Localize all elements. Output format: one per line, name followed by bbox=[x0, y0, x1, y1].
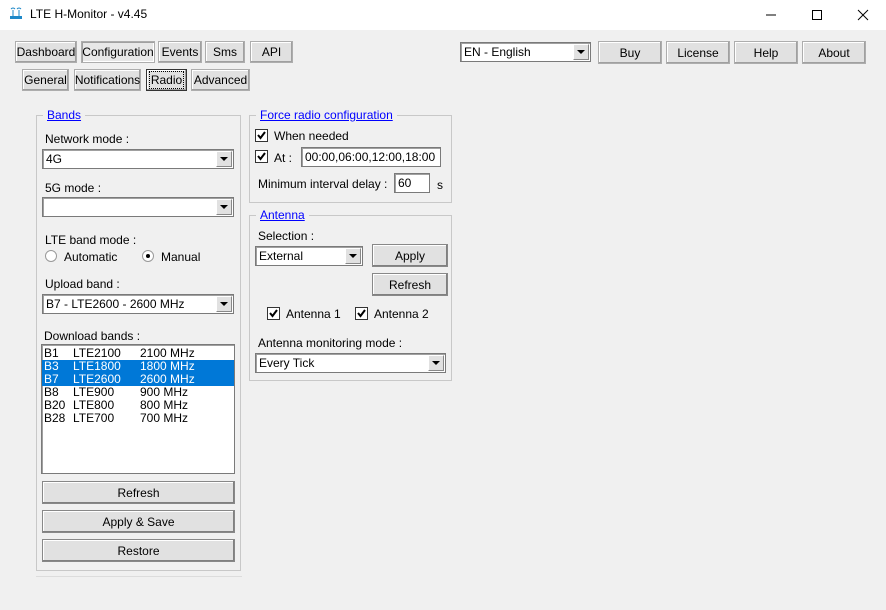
list-item[interactable]: B28 LTE700 700 MHz bbox=[42, 412, 234, 425]
maximize-button[interactable] bbox=[794, 0, 840, 30]
window-title: LTE H-Monitor - v4.45 bbox=[30, 7, 148, 21]
selection-label: Selection : bbox=[258, 229, 315, 243]
tab-api[interactable]: API bbox=[250, 41, 293, 63]
close-button[interactable] bbox=[840, 0, 886, 30]
radio-manual-label[interactable]: Manual bbox=[161, 250, 200, 264]
tab-sms[interactable]: Sms bbox=[205, 41, 245, 63]
monitoring-mode-label: Antenna monitoring mode : bbox=[258, 336, 403, 350]
antenna-selection-select[interactable]: External bbox=[255, 246, 363, 266]
download-bands-label: Download bands : bbox=[44, 329, 141, 343]
monitoring-mode-select[interactable]: Every Tick bbox=[255, 353, 446, 373]
when-needed-label[interactable]: When needed bbox=[274, 129, 349, 143]
at-times-input[interactable]: 00:00,06:00,12:00,18:00 bbox=[301, 147, 441, 167]
force-radio-title[interactable]: Force radio configuration bbox=[256, 108, 397, 122]
antenna1-checkbox[interactable] bbox=[267, 307, 280, 320]
at-checkbox[interactable] bbox=[255, 150, 268, 163]
min-interval-input[interactable]: 60 bbox=[394, 173, 430, 193]
subtab-notifications[interactable]: Notifications bbox=[74, 69, 141, 91]
apply-save-button[interactable]: Apply & Save bbox=[42, 510, 235, 533]
language-select[interactable]: EN - English bbox=[460, 42, 591, 62]
chevron-down-icon bbox=[216, 151, 232, 167]
list-item[interactable]: B8 LTE900 900 MHz bbox=[42, 386, 234, 399]
upload-band-label: Upload band : bbox=[45, 277, 120, 291]
antenna2-checkbox[interactable] bbox=[355, 307, 368, 320]
min-interval-label: Minimum interval delay : bbox=[258, 177, 388, 191]
min-interval-unit: s bbox=[437, 178, 443, 192]
chevron-down-icon bbox=[573, 44, 589, 60]
help-button[interactable]: Help bbox=[734, 41, 798, 64]
list-item[interactable]: B3 LTE1800 1800 MHz bbox=[42, 360, 234, 373]
antenna-title[interactable]: Antenna bbox=[256, 208, 309, 222]
license-button[interactable]: License bbox=[666, 41, 730, 64]
upload-band-select[interactable]: B7 - LTE2600 - 2600 MHz bbox=[42, 294, 234, 314]
tab-events[interactable]: Events bbox=[158, 41, 202, 63]
radio-automatic[interactable] bbox=[45, 250, 57, 262]
maximize-icon bbox=[812, 10, 822, 20]
close-icon bbox=[857, 9, 869, 21]
chevron-down-icon bbox=[428, 355, 444, 371]
chevron-down-icon bbox=[345, 248, 361, 264]
antenna-apply-button[interactable]: Apply bbox=[372, 244, 448, 267]
title-bar: LTE H-Monitor - v4.45 bbox=[0, 0, 886, 30]
list-item[interactable]: B20 LTE800 800 MHz bbox=[42, 399, 234, 412]
checkmark-icon bbox=[257, 152, 266, 161]
antenna1-label[interactable]: Antenna 1 bbox=[286, 307, 341, 321]
antenna-refresh-button[interactable]: Refresh bbox=[372, 273, 448, 296]
checkmark-icon bbox=[257, 131, 266, 140]
tab-dashboard[interactable]: Dashboard bbox=[15, 41, 77, 63]
antenna-router-icon bbox=[10, 7, 22, 19]
minimize-icon bbox=[766, 14, 776, 16]
subtab-advanced[interactable]: Advanced bbox=[191, 69, 250, 91]
bands-title[interactable]: Bands bbox=[43, 108, 86, 122]
tab-configuration[interactable]: Configuration bbox=[81, 41, 155, 63]
minimize-button[interactable] bbox=[748, 0, 794, 30]
when-needed-checkbox[interactable] bbox=[255, 129, 268, 142]
divider bbox=[36, 576, 242, 577]
bands-refresh-button[interactable]: Refresh bbox=[42, 481, 235, 504]
download-bands-list[interactable]: B1 LTE2100 2100 MHz B3 LTE1800 1800 MHz B7 LT… bbox=[41, 344, 235, 474]
checkmark-icon bbox=[357, 309, 366, 318]
subtab-general[interactable]: General bbox=[22, 69, 69, 91]
subtab-radio[interactable]: Radio bbox=[146, 69, 187, 91]
at-label[interactable]: At : bbox=[274, 151, 292, 165]
list-item[interactable]: B1 LTE2100 2100 MHz bbox=[42, 347, 234, 360]
list-item[interactable]: B7 LTE2600 2600 MHz bbox=[42, 373, 234, 386]
restore-button[interactable]: Restore bbox=[42, 539, 235, 562]
radio-manual[interactable] bbox=[142, 250, 154, 262]
network-mode-select[interactable]: 4G bbox=[42, 149, 234, 169]
chevron-down-icon bbox=[216, 199, 232, 215]
checkmark-icon bbox=[269, 309, 278, 318]
5g-mode-select[interactable] bbox=[42, 197, 234, 217]
radio-automatic-label[interactable]: Automatic bbox=[64, 250, 117, 264]
buy-button[interactable]: Buy bbox=[598, 41, 662, 64]
antenna2-label[interactable]: Antenna 2 bbox=[374, 307, 429, 321]
5g-mode-label: 5G mode : bbox=[45, 181, 102, 195]
about-button[interactable]: About bbox=[802, 41, 866, 64]
lte-band-mode-label: LTE band mode : bbox=[45, 233, 137, 247]
chevron-down-icon bbox=[216, 296, 232, 312]
network-mode-label: Network mode : bbox=[45, 132, 130, 146]
